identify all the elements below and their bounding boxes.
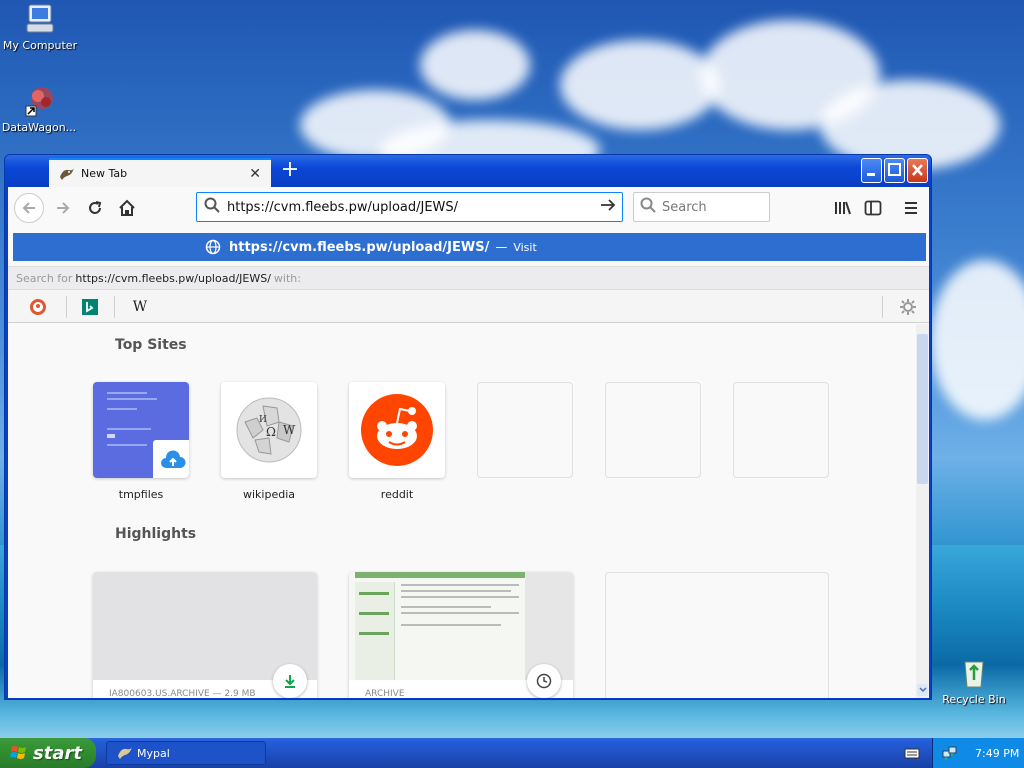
datawagon-shortcut[interactable]: DataWagon... xyxy=(0,84,79,134)
back-button[interactable] xyxy=(14,193,44,223)
maximize-icon xyxy=(888,163,901,176)
top-sites-title: Top Sites xyxy=(115,337,187,353)
browser-window: New Tab ✕ + https://cvm.fleebs.pw/upload… xyxy=(4,154,932,700)
reload-icon xyxy=(89,201,102,214)
top-site-tmpfiles[interactable] xyxy=(93,382,189,478)
browser-client: https://cvm.fleebs.pw/upload/JEWS/ Searc… xyxy=(8,187,929,698)
computer-icon xyxy=(23,2,57,36)
download-icon xyxy=(273,664,307,698)
clock-icon xyxy=(527,664,561,698)
library-button[interactable] xyxy=(828,193,858,223)
sidebar-icon xyxy=(864,200,882,216)
bing-icon[interactable] xyxy=(78,295,102,319)
tab-new-tab[interactable]: New Tab ✕ xyxy=(49,158,271,187)
svg-text:И: И xyxy=(259,415,267,425)
scrollbar-thumb[interactable] xyxy=(917,334,928,484)
url-bar[interactable]: https://cvm.fleebs.pw/upload/JEWS/ xyxy=(196,192,623,222)
back-arrow-icon xyxy=(22,202,35,214)
highlight-card[interactable]: ARCHIVE xyxy=(349,572,573,698)
new-tab-page: Top Sites tmpfiles Ω W И wikipedia reddi… xyxy=(8,324,916,698)
start-label: start xyxy=(33,742,82,764)
datawagon-label: DataWagon... xyxy=(1,121,77,134)
home-button[interactable] xyxy=(112,193,142,223)
highlight-meta: ARCHIVE xyxy=(365,689,405,698)
top-site-label: reddit xyxy=(380,488,414,501)
highlight-card[interactable]: IA800603.US.ARCHIVE — 2.9 MB xyxy=(93,572,317,698)
top-site-label: wikipedia xyxy=(242,488,295,501)
suggestion-action: Visit xyxy=(513,240,537,254)
windows-flag-icon xyxy=(10,746,26,759)
forward-arrow-icon xyxy=(57,202,70,214)
url-input[interactable]: https://cvm.fleebs.pw/upload/JEWS/ xyxy=(227,200,594,215)
search-with-prefix: Search for xyxy=(16,271,73,285)
sidebar-button[interactable] xyxy=(858,193,888,223)
recycle-bin-label: Recycle Bin xyxy=(942,693,1006,706)
top-site-reddit[interactable] xyxy=(349,382,445,478)
top-site-wikipedia[interactable]: Ω W И xyxy=(221,382,317,478)
svg-text:Ω: Ω xyxy=(266,425,276,439)
top-site-label: tmpfiles xyxy=(118,488,164,501)
go-arrow-icon[interactable] xyxy=(594,197,622,217)
upload-cloud-icon xyxy=(153,440,189,478)
start-button[interactable]: start xyxy=(0,738,96,768)
mypal-icon xyxy=(60,167,74,180)
close-icon xyxy=(912,164,923,176)
suggestion-url: https://cvm.fleebs.pw/upload/JEWS/ xyxy=(229,239,490,255)
library-icon xyxy=(835,201,851,215)
search-with-suffix: with: xyxy=(273,271,301,285)
mypal-icon xyxy=(118,747,132,759)
hamburger-menu-icon xyxy=(905,202,917,214)
suggestion-separator: — xyxy=(495,240,508,254)
home-icon xyxy=(119,199,135,216)
search-box[interactable]: Search xyxy=(633,192,770,222)
search-icon xyxy=(197,197,227,217)
search-with-row: Search for https://cvm.fleebs.pw/upload/… xyxy=(8,266,929,290)
globe-icon xyxy=(205,239,221,255)
top-site-empty xyxy=(477,382,573,478)
tab-close-icon[interactable]: ✕ xyxy=(249,166,261,182)
duckduckgo-icon[interactable] xyxy=(26,295,50,319)
recycle-bin-icon-item[interactable]: Recycle Bin xyxy=(934,656,1014,706)
keyboard-icon[interactable] xyxy=(904,746,920,760)
minimize-icon xyxy=(867,173,875,176)
highlight-meta: IA800603.US.ARCHIVE — 2.9 MB xyxy=(109,689,256,698)
taskbar: start Mypal 7:49 PM xyxy=(0,738,1024,768)
minimize-button[interactable] xyxy=(861,158,882,183)
taskbar-item-label: Mypal xyxy=(137,746,170,760)
url-suggestion-row[interactable]: https://cvm.fleebs.pw/upload/JEWS/ — Vis… xyxy=(13,233,926,261)
search-with-url: https://cvm.fleebs.pw/upload/JEWS/ xyxy=(75,271,271,285)
menu-button[interactable] xyxy=(896,193,926,223)
top-site-empty xyxy=(605,382,701,478)
wikipedia-globe-icon: Ω W И xyxy=(236,397,302,463)
my-computer-icon[interactable]: My Computer xyxy=(0,2,80,52)
top-site-empty xyxy=(733,382,829,478)
tab-title: New Tab xyxy=(81,167,128,180)
title-bar[interactable]: New Tab ✕ + xyxy=(5,155,931,187)
search-engines-row: W xyxy=(8,290,929,323)
network-icon[interactable] xyxy=(941,745,957,761)
wikipedia-icon[interactable]: W xyxy=(128,295,152,319)
reddit-icon xyxy=(361,394,433,466)
highlight-card-empty xyxy=(605,572,829,698)
datawagon-icon xyxy=(22,84,56,118)
recycle-bin-icon xyxy=(957,656,991,690)
taskbar-item-mypal[interactable]: Mypal xyxy=(106,741,266,765)
clock[interactable]: 7:49 PM xyxy=(975,747,1019,760)
new-tab-button[interactable]: + xyxy=(277,158,303,184)
highlights-title: Highlights xyxy=(115,526,197,542)
search-icon xyxy=(634,197,662,217)
scroll-down-icon[interactable] xyxy=(917,684,928,696)
reload-button[interactable] xyxy=(80,193,110,223)
vertical-scrollbar[interactable] xyxy=(916,324,929,698)
svg-text:W: W xyxy=(283,423,296,437)
nav-toolbar: https://cvm.fleebs.pw/upload/JEWS/ Searc… xyxy=(8,187,929,229)
maximize-button[interactable] xyxy=(884,158,905,183)
search-settings-gear-icon[interactable] xyxy=(896,295,920,319)
close-button[interactable] xyxy=(907,158,928,183)
search-input[interactable]: Search xyxy=(662,200,707,215)
my-computer-label: My Computer xyxy=(2,39,78,52)
forward-button[interactable] xyxy=(48,193,78,223)
system-tray: 7:49 PM xyxy=(932,738,1024,768)
